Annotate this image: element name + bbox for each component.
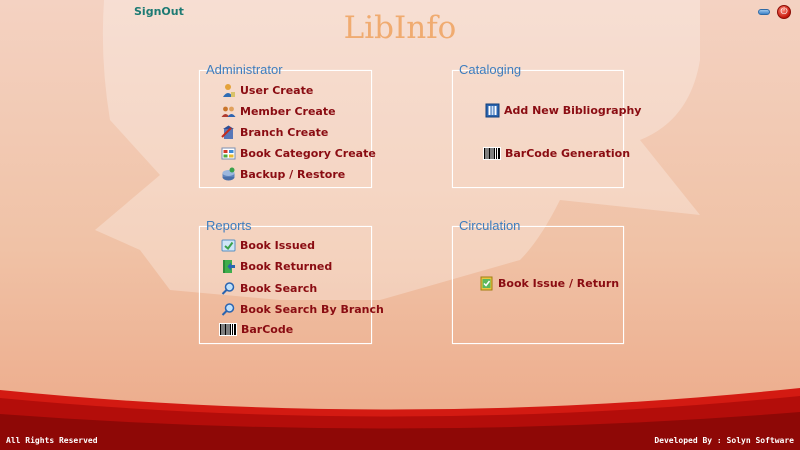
footer-developer: Developed By : Solyn Software — [654, 436, 794, 445]
branch-create-item[interactable]: Branch Create — [221, 125, 328, 140]
members-icon — [221, 106, 236, 117]
panel-title-administrator: Administrator — [206, 62, 283, 77]
book-search-item[interactable]: Book Search — [221, 281, 317, 296]
cataloging-panel: Cataloging — [452, 63, 624, 188]
barcode-icon — [219, 323, 237, 336]
panel-title-circulation: Circulation — [459, 218, 521, 233]
menu-item-label: Backup / Restore — [240, 168, 346, 181]
barcode-item[interactable]: BarCode — [219, 322, 293, 337]
menu-item-label: Book Returned — [240, 260, 333, 273]
add-new-bibliography-item[interactable]: Add New Bibliography — [485, 103, 641, 118]
book-search-by-branch-item[interactable]: Book Search By Branch — [221, 302, 384, 317]
member-create-item[interactable]: Member Create — [221, 104, 336, 119]
menu-item-label: Book Category Create — [240, 147, 376, 160]
barcode-icon — [483, 147, 501, 160]
book-returned-item[interactable]: Book Returned — [221, 259, 332, 274]
menu-item-label: Book Search By Branch — [240, 303, 384, 316]
panel-title-reports: Reports — [206, 218, 252, 233]
category-icon — [221, 147, 236, 160]
app-title: LibInfo — [343, 10, 457, 46]
backup-icon — [222, 167, 235, 181]
menu-item-label: Book Issued — [240, 239, 315, 252]
menu-item-label: Add New Bibliography — [504, 104, 642, 117]
book-issued-item[interactable]: Book Issued — [221, 238, 315, 253]
menu-item-label: Book Search — [240, 282, 318, 295]
bibliography-icon — [485, 103, 500, 118]
book-issue-return-item[interactable]: Book Issue / Return — [479, 276, 619, 291]
menu-item-label: Book Issue / Return — [498, 277, 620, 290]
barcode-generation-item[interactable]: BarCode Generation — [483, 146, 630, 161]
panel-title-cataloging: Cataloging — [459, 62, 522, 77]
book-issue-return-icon — [480, 276, 493, 291]
book-category-create-item[interactable]: Book Category Create — [221, 146, 376, 161]
user-icon — [223, 84, 235, 97]
search-icon — [221, 282, 235, 295]
backup-restore-item[interactable]: Backup / Restore — [221, 167, 345, 182]
menu-item-label: BarCode — [241, 323, 294, 336]
book-returned-icon — [223, 260, 235, 273]
book-issued-icon — [221, 239, 236, 252]
branch-icon — [221, 125, 234, 139]
menu-item-label: Member Create — [240, 105, 336, 118]
menu-item-label: Branch Create — [240, 126, 329, 139]
search-icon — [221, 303, 235, 316]
user-create-item[interactable]: User Create — [221, 83, 313, 98]
footer-rights: All Rights Reserved — [6, 436, 98, 445]
menu-item-label: User Create — [240, 84, 314, 97]
menu-item-label: BarCode Generation — [505, 147, 631, 160]
